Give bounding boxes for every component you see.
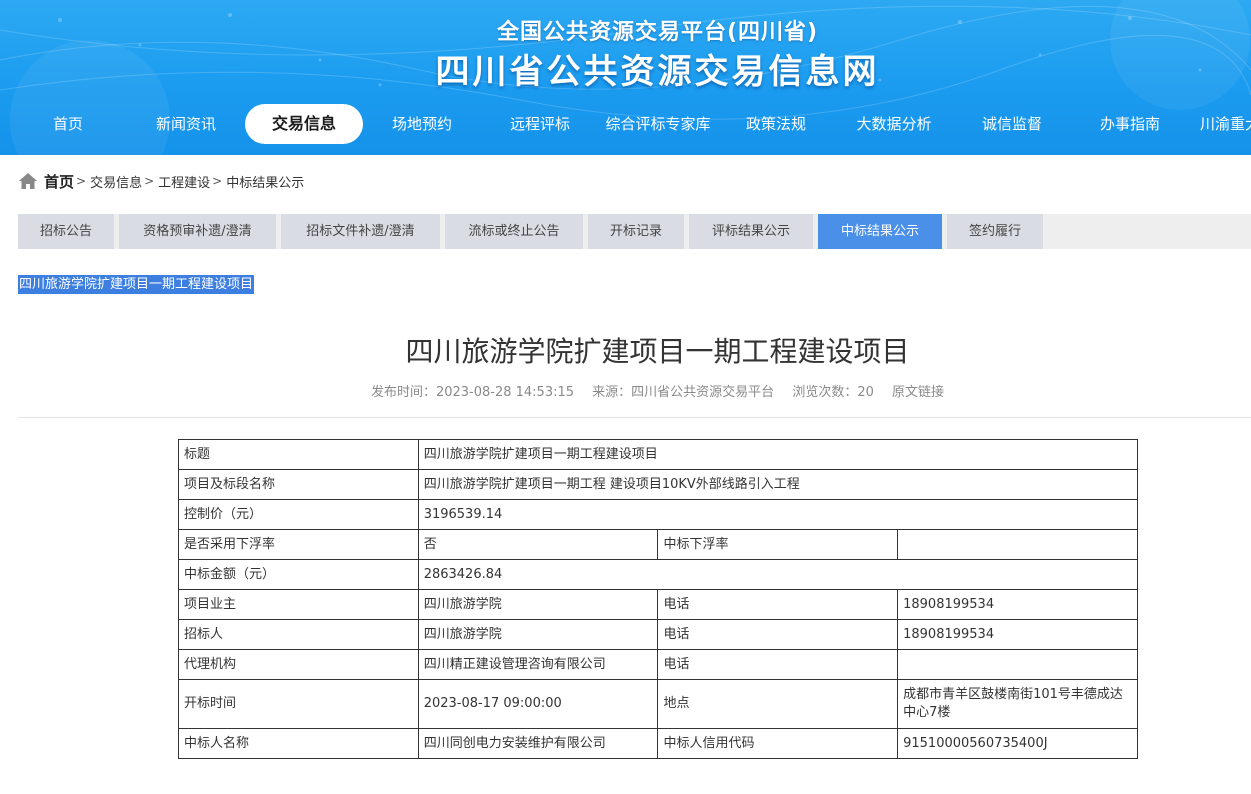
cell-label: 电话	[657, 619, 899, 650]
platform-subtitle: 全国公共资源交易平台(四川省)	[496, 20, 819, 45]
cell-label: 电话	[657, 589, 899, 620]
table-row: 项目及标段名称 四川旅游学院扩建项目一期工程 建设项目10KV外部线路引入工程	[178, 469, 1139, 500]
cell-label: 招标人	[178, 619, 419, 650]
source: 来源：四川省公共资源交易平台	[592, 385, 775, 400]
category-tabs: 招标公告 资格预审补遗/澄清 招标文件补遗/澄清 流标或终止公告 开标记录 评标…	[18, 214, 1251, 249]
cell-label: 中标人名称	[178, 728, 419, 759]
breadcrumb-home[interactable]: 首页	[44, 171, 74, 192]
cell-value: 18908199534	[897, 589, 1138, 620]
cell-label: 项目业主	[178, 589, 419, 620]
main-nav: 首页 新闻资讯 交易信息 场地预约 远程评标 综合评标专家库 政策法规 大数据分…	[0, 104, 1251, 146]
cell-label: 地点	[657, 679, 899, 729]
nav-item-credit[interactable]: 诚信监督	[975, 104, 1049, 144]
award-info-table: 标题 四川旅游学院扩建项目一期工程建设项目 项目及标段名称 四川旅游学院扩建项目…	[178, 439, 1139, 759]
cell-label: 中标下浮率	[657, 529, 899, 560]
nav-item-home[interactable]: 首页	[30, 104, 106, 144]
nav-item-guide[interactable]: 办事指南	[1092, 104, 1168, 144]
nav-item-news[interactable]: 新闻资讯	[145, 104, 227, 144]
tab-tender-notice[interactable]: 招标公告	[18, 214, 114, 249]
breadcrumb-trading-info[interactable]: 交易信息	[90, 172, 142, 191]
tab-tender-doc-clarification[interactable]: 招标文件补遗/澄清	[281, 214, 440, 249]
cell-value: 四川旅游学院	[417, 589, 659, 620]
breadcrumb-engineering[interactable]: 工程建设	[158, 172, 210, 191]
table-row: 开标时间 2023-08-17 09:00:00 地点 成都市青羊区鼓楼南街10…	[178, 679, 1138, 729]
cell-value: 2023-08-17 09:00:00	[417, 679, 659, 729]
cell-label: 控制价（元）	[178, 499, 419, 530]
table-row: 中标人名称 四川同创电力安装维护有限公司 中标人信用代码 91510000560…	[178, 728, 1138, 759]
tab-prequal-clarification[interactable]: 资格预审补遗/澄清	[119, 214, 276, 249]
tab-award-result[interactable]: 中标结果公示	[818, 214, 942, 249]
nav-item-policy[interactable]: 政策法规	[740, 104, 812, 144]
cell-value: 四川同创电力安装维护有限公司	[417, 728, 659, 759]
cell-value: 3196539.14	[417, 499, 1139, 530]
original-link[interactable]: 原文链接	[892, 385, 944, 400]
tab-bid-opening[interactable]: 开标记录	[588, 214, 684, 249]
cell-value: 2863426.84	[417, 559, 1139, 590]
table-row: 标题 四川旅游学院扩建项目一期工程建设项目	[178, 439, 1139, 470]
table-row: 招标人 四川旅游学院 电话 18908199534	[178, 619, 1138, 650]
publish-time: 发布时间：2023-08-28 14:53:15	[370, 385, 575, 400]
home-icon	[19, 173, 37, 189]
tab-failed-terminated[interactable]: 流标或终止公告	[445, 214, 583, 249]
cell-value: 四川精正建设管理咨询有限公司	[417, 649, 659, 680]
view-count: 浏览次数：20	[792, 385, 874, 400]
tab-contract[interactable]: 签约履行	[947, 214, 1043, 249]
cell-value: 四川旅游学院扩建项目一期工程建设项目	[417, 439, 1139, 470]
cell-label: 电话	[657, 649, 899, 680]
cell-label: 项目及标段名称	[178, 469, 419, 500]
selected-project-link[interactable]: 四川旅游学院扩建项目一期工程建设项目	[18, 275, 255, 294]
breadcrumb-separator: >	[212, 174, 223, 188]
cell-value: 四川旅游学院扩建项目一期工程 建设项目10KV外部线路引入工程	[417, 469, 1139, 500]
cell-label: 代理机构	[178, 649, 419, 680]
nav-item-expert-pool[interactable]: 综合评标专家库	[598, 104, 718, 144]
cell-label: 中标人信用代码	[657, 728, 899, 759]
nav-item-chengyu[interactable]: 川渝重大	[1200, 104, 1251, 144]
table-row: 项目业主 四川旅游学院 电话 18908199534	[178, 589, 1138, 620]
cell-value: 成都市青羊区鼓楼南街101号丰德成达中心7楼	[897, 679, 1138, 729]
cell-value: 否	[417, 529, 659, 560]
divider	[18, 417, 1251, 418]
table-row: 是否采用下浮率 否 中标下浮率	[178, 529, 1138, 560]
breadcrumb-current[interactable]: 中标结果公示	[226, 172, 304, 191]
article-title: 四川旅游学院扩建项目一期工程建设项目	[405, 335, 910, 368]
nav-item-venue-booking[interactable]: 场地预约	[380, 104, 464, 144]
cell-label: 是否采用下浮率	[178, 529, 419, 560]
cell-value	[897, 649, 1138, 680]
table-row: 代理机构 四川精正建设管理咨询有限公司 电话	[178, 649, 1138, 680]
cell-value: 四川旅游学院	[417, 619, 659, 650]
cell-label: 开标时间	[178, 679, 419, 729]
breadcrumb-separator: >	[76, 174, 87, 188]
cell-value: 91510000560735400J	[897, 728, 1138, 759]
breadcrumb: 首页 > 交易信息 > 工程建设 > 中标结果公示	[18, 168, 304, 194]
tab-evaluation-result[interactable]: 评标结果公示	[689, 214, 813, 249]
article-meta: 发布时间：2023-08-28 14:53:15 来源：四川省公共资源交易平台 …	[0, 381, 1251, 400]
cell-value	[897, 529, 1138, 560]
table-row: 中标金额（元） 2863426.84	[178, 559, 1139, 590]
cell-label: 标题	[178, 439, 419, 470]
nav-item-trading-info[interactable]: 交易信息	[245, 104, 363, 144]
nav-item-remote-evaluation[interactable]: 远程评标	[498, 104, 582, 144]
cell-label: 中标金额（元）	[178, 559, 419, 590]
cell-value: 18908199534	[897, 619, 1138, 650]
breadcrumb-separator: >	[144, 174, 155, 188]
site-header: 全国公共资源交易平台(四川省) 四川省公共资源交易信息网 首页 新闻资讯 交易信…	[0, 0, 1251, 155]
site-title: 四川省公共资源交易信息网	[435, 52, 880, 92]
nav-item-big-data[interactable]: 大数据分析	[848, 104, 940, 144]
table-row: 控制价（元） 3196539.14	[178, 499, 1139, 530]
